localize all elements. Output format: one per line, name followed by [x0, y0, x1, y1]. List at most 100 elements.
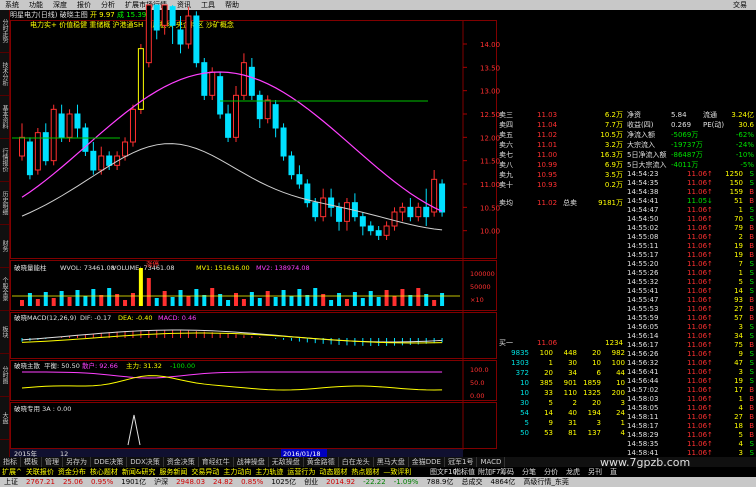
indicator-tab-14[interactable]: 冠军1号	[445, 457, 478, 467]
candle-body	[106, 155, 113, 166]
right-tab-1[interactable]: 分笔	[522, 467, 536, 477]
indicator-tab-12[interactable]: 黑马大盘	[374, 457, 409, 467]
tick-volume: 3	[738, 368, 743, 376]
indicator-tab-1[interactable]: 模板	[21, 457, 42, 467]
right-tab-2[interactable]: 分价	[544, 467, 558, 477]
sell-volume: 6.2万	[604, 111, 623, 119]
tick-time: 14:55:47	[627, 296, 659, 304]
order-book: 卖三 11.03 6.2万 卖四 11.04 7.7万 卖五 11.02 10.5万 卖六 11.0…	[497, 110, 625, 450]
volume-bar	[265, 291, 270, 306]
tick-row: 14:55:20 11.06↑ 7 S	[625, 260, 756, 269]
buy-grid-cell: 1	[548, 359, 553, 367]
tick-side: S	[749, 179, 754, 187]
info-tab-8[interactable]: 主力轨迹	[253, 467, 285, 477]
info-tab-7[interactable]: 主力动向	[221, 467, 253, 477]
tick-side: S	[749, 377, 754, 385]
candle-body	[145, 4, 152, 64]
candle-body	[272, 104, 279, 129]
info-tab-4[interactable]: 新闻&研究	[120, 467, 157, 477]
buy-grid-row: 10 33 110 1325 200	[497, 388, 625, 398]
candle-body	[129, 108, 136, 143]
indicator-tab-5[interactable]: DDX决策	[127, 457, 164, 467]
sell-avg-price: 11.02	[537, 199, 558, 207]
tick-price: 11.06↑	[687, 206, 713, 214]
buy-grid-cell: 24	[616, 409, 625, 417]
sell-quote-row: 卖十 10.93 0.2万	[497, 180, 625, 190]
candle-body	[288, 155, 295, 176]
tick-side: B	[749, 404, 754, 412]
indicator-tab-10[interactable]: 黄金路德	[304, 457, 339, 467]
tick-price: 11.06↑	[687, 440, 713, 448]
volume-bar	[416, 288, 421, 306]
price-axis-label: 13.00	[480, 88, 500, 96]
date-scroll-bar[interactable]	[10, 449, 463, 457]
tick-time: 14:54:50	[627, 215, 659, 223]
indicator-tab-7[interactable]: 育经红牛	[199, 457, 234, 467]
fund-flow-value2: -24%	[735, 141, 754, 149]
tick-row: 14:55:59 11.06↑ 57 B	[625, 314, 756, 323]
info-tab-1[interactable]: 关联报价	[24, 467, 56, 477]
indicator-tab-11[interactable]: 白在龙头	[339, 457, 374, 467]
indicator-tab-8[interactable]: 战神操盘	[234, 457, 269, 467]
sell-price: 10.95	[537, 171, 558, 179]
info-tab-9[interactable]: 运营行为	[285, 467, 317, 477]
tick-volume: 17	[734, 386, 743, 394]
info-tab-0[interactable]: 扩展^	[0, 467, 24, 477]
right-info-tab-2[interactable]: 附加F7	[478, 467, 500, 477]
right-tab-3[interactable]: 龙虎	[566, 467, 580, 477]
fund-flow-value: -4011万	[671, 161, 699, 169]
volume-bar	[186, 296, 191, 306]
indicator-tab-13[interactable]: 金猫DDE	[409, 457, 445, 467]
indicator-tab-0[interactable]: 指标	[0, 457, 21, 467]
volume-bar	[20, 300, 24, 306]
right-tab-0[interactable]: 筹码	[500, 467, 514, 477]
status-item: 4864亿	[490, 478, 516, 486]
info-tab-5[interactable]: 服务新闻	[157, 467, 189, 477]
info-tab-3[interactable]: 核心题材	[88, 467, 120, 477]
buy-grid-cell: 3	[620, 399, 625, 407]
sell-volume: 16.3万	[600, 151, 623, 159]
buy-grid-cell: 81	[568, 429, 577, 437]
volume-label-volume: VOLUME: 73461.08	[112, 264, 175, 272]
tick-volume: 47	[734, 359, 743, 367]
tick-row: 14:56:44 11.06↑ 19 S	[625, 377, 756, 386]
tick-side: B	[749, 386, 754, 394]
right-info-tab-1[interactable]: 指标值	[454, 467, 475, 477]
candle-body	[217, 76, 224, 115]
info-tab-12[interactable]: —致评利	[381, 467, 413, 477]
fund-flow-value: -86487万	[671, 151, 703, 159]
macd-label-macd: MACD: 0.46	[158, 314, 196, 322]
candle-body	[439, 183, 446, 213]
candle-body	[50, 108, 57, 162]
indicator-tab-9[interactable]: 无敌操盘	[269, 457, 304, 467]
indicator-tab-4[interactable]: DDE决策	[91, 457, 128, 467]
volume-bar	[162, 291, 167, 306]
right-info-tab-0[interactable]: 图文F10	[430, 467, 457, 477]
candle-body	[233, 94, 239, 138]
tick-side: B	[749, 188, 754, 196]
indicator-tab-15[interactable]: MACD	[477, 457, 506, 467]
volume-bar	[226, 300, 231, 306]
info-tab-11[interactable]: 热点题材	[349, 467, 381, 477]
buy-grid-cell: 14	[544, 409, 553, 417]
info-tab-10[interactable]: 动态题材	[317, 467, 349, 477]
tick-time: 14:54:35	[627, 179, 659, 187]
info-tab-2[interactable]: 资金分布	[56, 467, 88, 477]
tick-row: 14:57:02 11.06↑ 17 B	[625, 386, 756, 395]
tick-row: 14:54:38 11.06↑ 159 B	[625, 188, 756, 197]
info-tab-6[interactable]: 交易异动	[189, 467, 221, 477]
sell-price: 11.01	[537, 141, 558, 149]
sell-label: 卖七	[499, 151, 513, 159]
indicator-tab-3[interactable]: 另存为	[63, 457, 91, 467]
candle-body	[193, 15, 200, 64]
buy-grid-cell: 5	[524, 419, 529, 427]
tick-row: 14:56:17 11.06↑ 75 B	[625, 341, 756, 350]
indicator-tab-6[interactable]: 资金决策	[164, 457, 199, 467]
sell-avg-label: 卖均	[499, 199, 513, 207]
indicator-tab-2[interactable]: 管理	[42, 457, 63, 467]
tick-volume: 5	[738, 278, 743, 286]
sell-total-row: 卖均 11.02 总卖 9181万	[497, 198, 625, 208]
tick-price: 11.06↑	[687, 296, 713, 304]
tick-side: S	[749, 323, 754, 331]
tick-time: 14:55:59	[627, 314, 659, 322]
